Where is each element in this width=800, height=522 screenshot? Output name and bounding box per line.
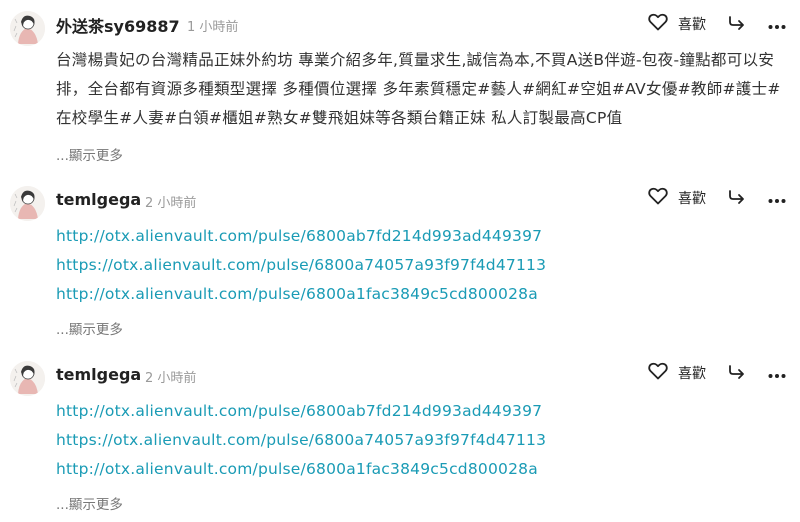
heart-outline-icon bbox=[648, 187, 668, 209]
more-dots-icon[interactable] bbox=[768, 364, 786, 383]
comment-link[interactable]: http://otx.alienvault.com/pulse/6800ab7f… bbox=[56, 227, 542, 245]
comment-time: 1 小時前 bbox=[187, 20, 239, 35]
show-more-link[interactable]: ...顯示更多 bbox=[56, 144, 123, 164]
comment-time: 2 小時前 bbox=[145, 196, 197, 211]
share-arrow-icon[interactable] bbox=[728, 187, 746, 209]
comment-text: 台灣楊貴妃の台灣精品正妹外約坊 專業介紹多年,質量求生,誠信為本,不買A送B伴遊… bbox=[56, 51, 781, 127]
avatar[interactable] bbox=[10, 11, 45, 46]
comment-link[interactable]: http://otx.alienvault.com/pulse/6800a1fa… bbox=[56, 285, 538, 303]
heart-outline-icon bbox=[648, 13, 668, 35]
comment-actions: 喜歡 bbox=[648, 361, 786, 385]
show-more-link[interactable]: ...顯示更多 bbox=[56, 493, 123, 513]
avatar[interactable] bbox=[10, 186, 45, 221]
comment-time: 2 小時前 bbox=[145, 371, 197, 386]
like-label: 喜歡 bbox=[678, 17, 706, 33]
comment-link[interactable]: http://otx.alienvault.com/pulse/6800a1fa… bbox=[56, 460, 538, 478]
comment-author[interactable]: 外送茶sy69887 bbox=[56, 13, 180, 37]
comment-author[interactable]: temlgega bbox=[56, 190, 141, 209]
comment-actions: 喜歡 bbox=[648, 186, 786, 210]
share-arrow-icon[interactable] bbox=[728, 13, 746, 35]
like-button[interactable]: 喜歡 bbox=[648, 362, 706, 384]
more-dots-icon[interactable] bbox=[768, 15, 786, 34]
like-label: 喜歡 bbox=[678, 366, 706, 382]
comment-link[interactable]: http://otx.alienvault.com/pulse/6800ab7f… bbox=[56, 402, 542, 420]
heart-outline-icon bbox=[648, 362, 668, 384]
comment-link[interactable]: https://otx.alienvault.com/pulse/6800a74… bbox=[56, 431, 546, 449]
comment-link[interactable]: https://otx.alienvault.com/pulse/6800a74… bbox=[56, 256, 546, 274]
avatar[interactable] bbox=[10, 361, 45, 396]
like-button[interactable]: 喜歡 bbox=[648, 187, 706, 209]
show-more-link[interactable]: ...顯示更多 bbox=[56, 318, 123, 338]
comment-author[interactable]: temlgega bbox=[56, 365, 141, 384]
more-dots-icon[interactable] bbox=[768, 189, 786, 208]
like-button[interactable]: 喜歡 bbox=[648, 13, 706, 35]
like-label: 喜歡 bbox=[678, 191, 706, 207]
comment-actions: 喜歡 bbox=[648, 12, 786, 36]
share-arrow-icon[interactable] bbox=[728, 362, 746, 384]
